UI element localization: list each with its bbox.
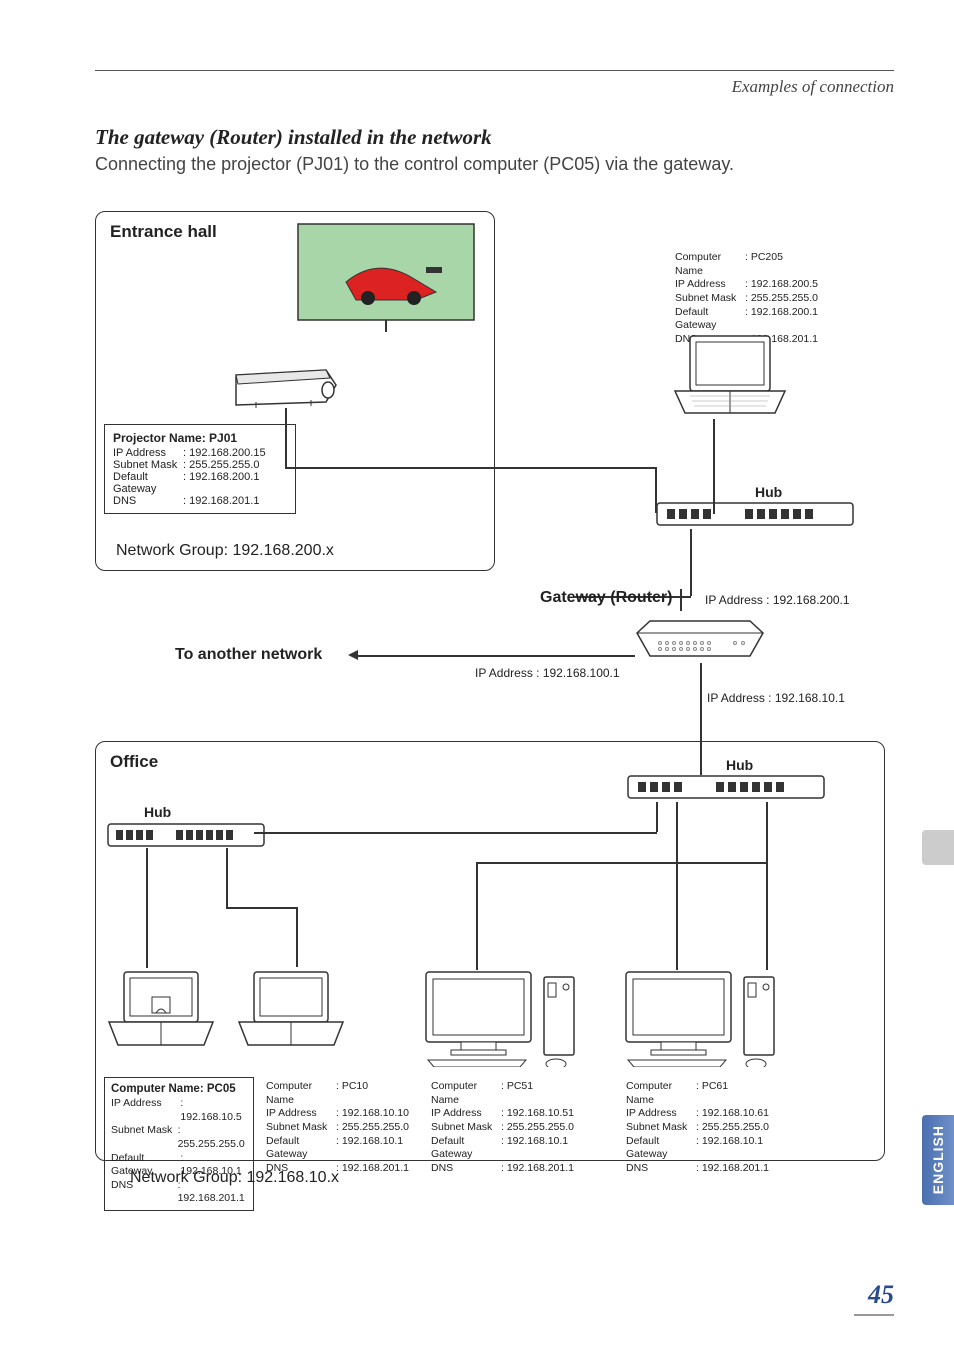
pc61-info: Computer Name: PC61 IP Address: 192.168.… bbox=[626, 1080, 776, 1175]
breadcrumb: Examples of connection bbox=[95, 77, 894, 97]
pc05-info-box: Computer Name: PC05 IP Address: 192.168.… bbox=[104, 1077, 254, 1211]
arrow-icon bbox=[348, 650, 358, 660]
desktop-icon bbox=[616, 967, 786, 1067]
projector-name: Projector Name: PJ01 bbox=[113, 431, 287, 445]
top-rule bbox=[95, 70, 894, 71]
pc51-info: Computer Name: PC51 IP Address: 192.168.… bbox=[431, 1080, 581, 1175]
hub-icon bbox=[655, 501, 855, 531]
panel-title-entrance: Entrance hall bbox=[110, 222, 217, 242]
hub-icon bbox=[106, 822, 266, 850]
page-heading: The gateway (Router) installed in the ne… bbox=[95, 125, 894, 150]
laptop-icon bbox=[106, 967, 216, 1052]
network-diagram: Entrance hall Projector Name: PJ01 bbox=[95, 211, 885, 1211]
panel-office: Office Hub Hub bbox=[95, 741, 885, 1161]
laptop-icon bbox=[670, 331, 790, 421]
to-another-network-label: To another network bbox=[175, 646, 322, 664]
gateway-ip-bottom: IP Address : 192.168.10.1 bbox=[707, 691, 845, 705]
hub-icon bbox=[626, 774, 826, 804]
hub-label-left: Hub bbox=[144, 804, 171, 820]
pc10-info: Computer Name: PC10 IP Address: 192.168.… bbox=[266, 1080, 416, 1175]
hub-label-right: Hub bbox=[726, 757, 753, 773]
desktop-icon bbox=[416, 967, 586, 1067]
gateway-label: Gateway (Router) bbox=[540, 589, 682, 611]
page-number: 45 bbox=[868, 1280, 894, 1310]
router-icon bbox=[635, 611, 765, 666]
laptop-icon bbox=[236, 967, 346, 1052]
sidebar-marker bbox=[922, 830, 954, 865]
network-group-bottom: Network Group: 192.168.10.x bbox=[130, 1169, 339, 1187]
hub-label-topright: Hub bbox=[755, 484, 782, 500]
projector-icon bbox=[226, 360, 346, 410]
projector-info-box: Projector Name: PJ01 IP Address: 192.168… bbox=[104, 424, 296, 514]
network-group-top: Network Group: 192.168.200.x bbox=[116, 542, 334, 560]
gateway-ip-left: IP Address : 192.168.100.1 bbox=[475, 666, 620, 680]
intro-text: Connecting the projector (PJ01) to the c… bbox=[95, 154, 894, 175]
language-tab: ENGLISH bbox=[922, 1115, 954, 1205]
page-number-rule bbox=[854, 1314, 894, 1316]
panel-title-office: Office bbox=[110, 752, 158, 772]
projector-screen-icon bbox=[296, 222, 476, 332]
gateway-ip-top: IP Address : 192.168.200.1 bbox=[705, 593, 850, 607]
panel-entrance-hall: Entrance hall Projector Name: PJ01 bbox=[95, 211, 495, 571]
